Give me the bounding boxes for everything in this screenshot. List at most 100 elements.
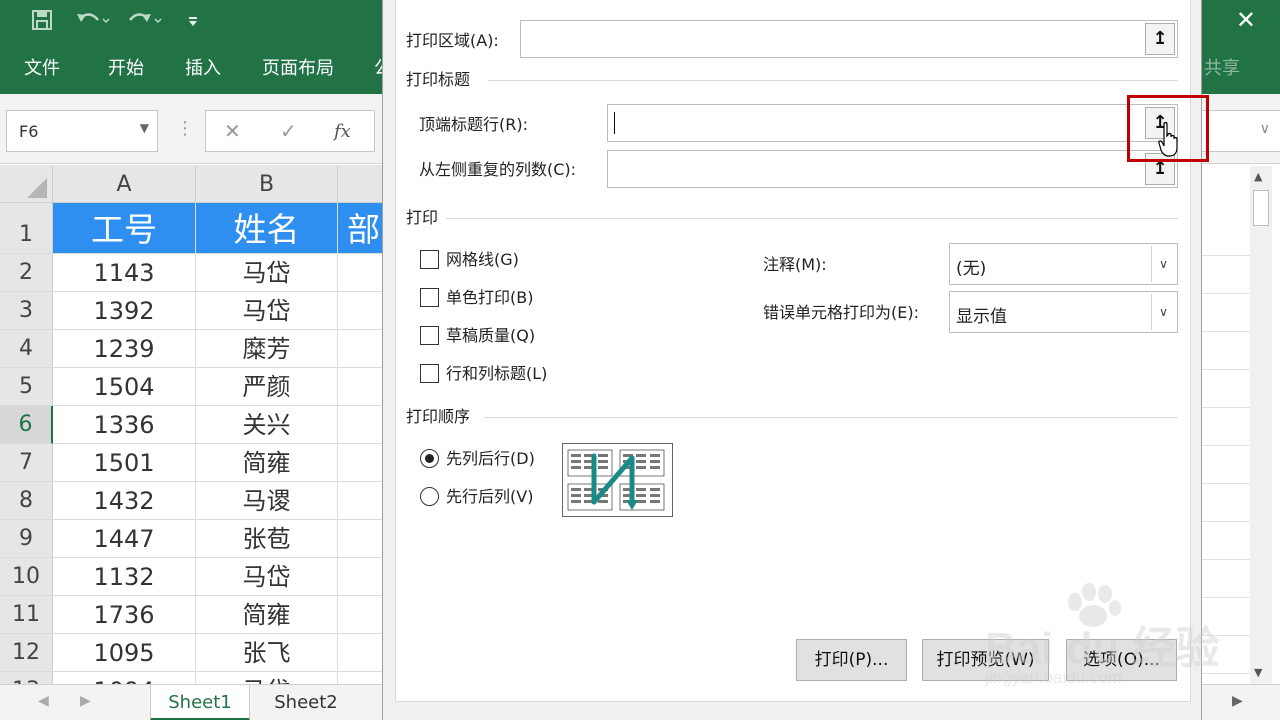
chevron-down-icon[interactable]: ∨ — [1151, 246, 1175, 282]
row-header[interactable]: 8 — [0, 482, 53, 520]
gridline — [1200, 445, 1250, 446]
table-cell[interactable]: 张飞 — [196, 634, 338, 672]
undo-icon[interactable] — [74, 8, 110, 39]
page-order-heading: 打印顺序 — [406, 407, 471, 426]
worksheet-grid: A B 12345678910111213工号姓名部1143马岱1392马岱12… — [0, 165, 390, 710]
over-then-down-label: 先行后列(V) — [446, 487, 534, 506]
mouse-cursor-icon — [1158, 122, 1178, 157]
column-header-a[interactable]: A — [53, 165, 196, 203]
name-box-value: F6 — [19, 122, 39, 141]
down-then-over-radio[interactable] — [420, 449, 439, 468]
column-header-b[interactable]: B — [196, 165, 338, 203]
gridline — [1200, 293, 1250, 294]
header-cell[interactable]: 工号 — [53, 203, 196, 254]
over-then-down-radio[interactable] — [420, 487, 439, 506]
table-cell[interactable]: 1095 — [53, 634, 196, 672]
row-header[interactable]: 9 — [0, 520, 53, 558]
close-icon[interactable]: ✕ — [1236, 6, 1256, 34]
table-cell[interactable]: 马岱 — [196, 292, 338, 330]
black-and-white-checkbox[interactable] — [420, 288, 439, 307]
table-cell[interactable]: 1501 — [53, 444, 196, 482]
table-cell[interactable]: 张苞 — [196, 520, 338, 558]
row-header[interactable]: 5 — [0, 368, 53, 406]
scroll-right-icon[interactable]: ▶ — [1232, 693, 1243, 709]
next-sheet-icon[interactable]: ▶ — [80, 693, 91, 709]
chevron-down-icon[interactable]: ∨ — [1151, 294, 1175, 330]
cell-errors-select[interactable]: 显示值 ∨ — [949, 291, 1178, 333]
table-cell[interactable]: 1143 — [53, 254, 196, 292]
share-button[interactable]: 共享 — [1204, 58, 1240, 80]
scroll-up-icon[interactable]: ▲ — [1254, 170, 1262, 183]
cancel-icon[interactable]: ✕ — [224, 119, 241, 143]
row-col-headings-label: 行和列标题(L) — [446, 364, 548, 383]
row-header[interactable]: 11 — [0, 596, 53, 634]
row-header[interactable]: 1 — [0, 203, 53, 254]
table-cell[interactable]: 关兴 — [196, 406, 338, 444]
enter-icon[interactable]: ✓ — [280, 119, 297, 143]
name-box[interactable]: F6 ▼ — [6, 110, 158, 152]
print-button[interactable]: 打印(P)... — [796, 639, 907, 681]
text-caret — [614, 112, 615, 134]
table-cell[interactable]: 1336 — [53, 406, 196, 444]
row-header[interactable]: 7 — [0, 444, 53, 482]
table-cell[interactable]: 1736 — [53, 596, 196, 634]
row-col-headings-checkbox[interactable] — [420, 364, 439, 383]
table-cell[interactable]: 1132 — [53, 558, 196, 596]
scroll-down-icon[interactable]: ▼ — [1254, 666, 1262, 679]
customize-icon[interactable] — [186, 8, 200, 39]
sheet-tab-sheet2[interactable]: Sheet2 — [256, 685, 356, 720]
table-cell[interactable]: 马岱 — [196, 558, 338, 596]
table-cell[interactable]: 简雍 — [196, 596, 338, 634]
gridline — [1200, 369, 1250, 370]
comments-value: (无) — [956, 259, 987, 279]
insert-function-icon[interactable]: fx — [334, 121, 351, 142]
select-all-icon — [27, 178, 47, 198]
row-header[interactable]: 12 — [0, 634, 53, 672]
row-header[interactable]: 4 — [0, 330, 53, 368]
row-header[interactable]: 6 — [0, 406, 53, 444]
table-cell[interactable]: 糜芳 — [196, 330, 338, 368]
gridline — [1200, 559, 1250, 560]
header-cell[interactable]: 姓名 — [196, 203, 338, 254]
comments-label: 注释(M): — [763, 255, 827, 274]
table-cell[interactable]: 严颜 — [196, 368, 338, 406]
divider — [484, 417, 1178, 418]
tab-page-layout[interactable]: 页面布局 — [262, 58, 334, 80]
scroll-thumb[interactable] — [1253, 190, 1269, 226]
print-area-collapse-button[interactable]: ↥ — [1145, 23, 1175, 55]
gridline — [1200, 483, 1250, 484]
table-cell[interactable]: 马谡 — [196, 482, 338, 520]
chevron-down-icon[interactable]: ▼ — [140, 121, 149, 135]
row-header[interactable]: 3 — [0, 292, 53, 330]
vertical-scrollbar[interactable]: ▲ ▼ — [1250, 166, 1272, 686]
comments-select[interactable]: (无) ∨ — [949, 243, 1178, 285]
save-icon[interactable] — [30, 8, 54, 39]
tab-file[interactable]: 文件 — [24, 58, 60, 80]
gridlines-label: 网格线(G) — [446, 250, 519, 269]
formula-input[interactable]: ∨ — [1200, 110, 1280, 152]
divider — [488, 80, 1178, 81]
table-cell[interactable]: 1447 — [53, 520, 196, 558]
more-icon: ⋮ — [176, 118, 194, 139]
print-area-input[interactable]: ↥ — [520, 20, 1178, 58]
gridlines-checkbox[interactable] — [420, 250, 439, 269]
columns-to-repeat-input[interactable]: ↥ — [607, 150, 1178, 188]
table-cell[interactable]: 1239 — [53, 330, 196, 368]
row-header[interactable]: 2 — [0, 254, 53, 292]
table-cell[interactable]: 简雍 — [196, 444, 338, 482]
rows-to-repeat-input[interactable]: ↥ — [607, 104, 1178, 142]
divider — [446, 218, 1178, 219]
prev-sheet-icon[interactable]: ◀ — [38, 693, 49, 709]
tab-insert[interactable]: 插入 — [185, 58, 221, 80]
table-cell[interactable]: 1432 — [53, 482, 196, 520]
expand-formula-icon[interactable]: ∨ — [1260, 121, 1270, 137]
tab-home[interactable]: 开始 — [108, 58, 144, 80]
draft-quality-checkbox[interactable] — [420, 326, 439, 345]
sheet-tab-sheet1[interactable]: Sheet1 — [150, 685, 250, 720]
table-cell[interactable]: 1504 — [53, 368, 196, 406]
redo-icon[interactable] — [126, 8, 162, 39]
select-all-corner[interactable] — [0, 165, 53, 203]
table-cell[interactable]: 1392 — [53, 292, 196, 330]
table-cell[interactable]: 马岱 — [196, 254, 338, 292]
row-header[interactable]: 10 — [0, 558, 53, 596]
